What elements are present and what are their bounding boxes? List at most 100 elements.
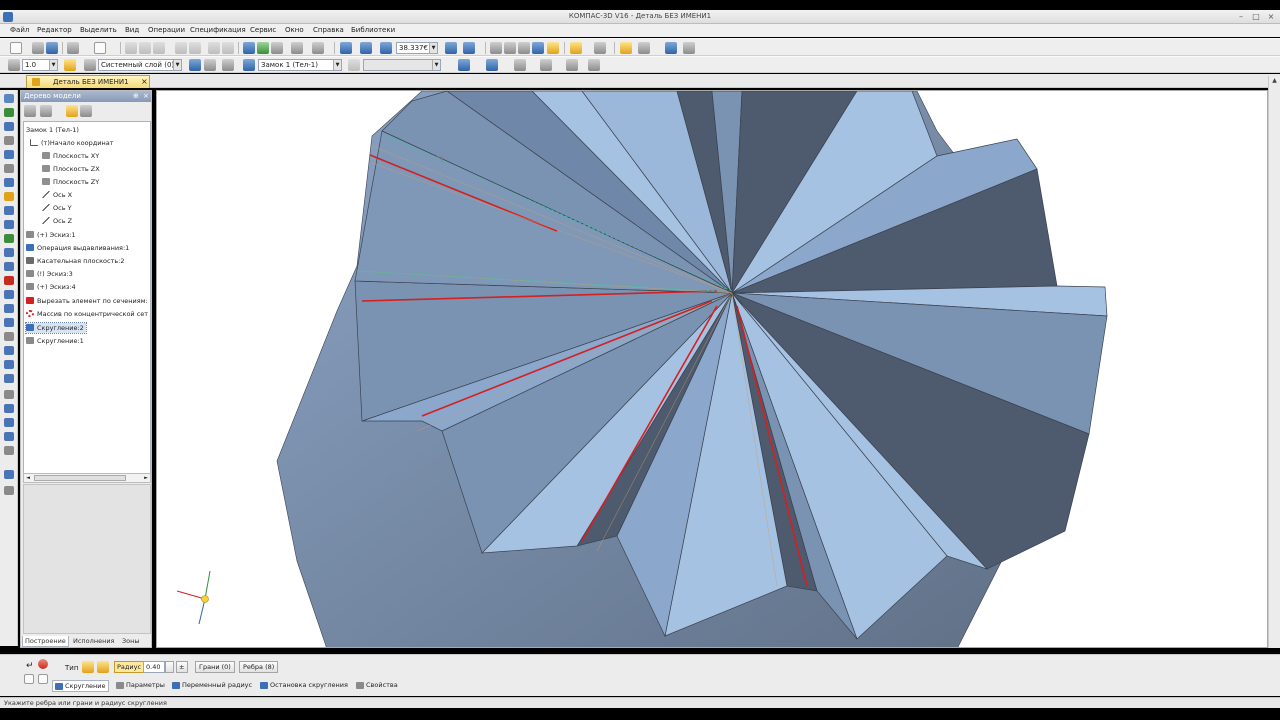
tree-item-part[interactable]: Замок 1 (Тел-1) (26, 125, 79, 135)
macro-icon[interactable] (4, 390, 14, 399)
reset-cs-icon[interactable] (204, 59, 216, 71)
tab-construction[interactable]: Построение (22, 636, 69, 647)
surfaces-icon[interactable] (4, 220, 14, 229)
menu-specification[interactable]: Спецификация (190, 26, 246, 34)
chevron-down-icon[interactable]: ▼ (429, 43, 437, 53)
local-cs-icon[interactable] (64, 59, 76, 71)
tree-structure-icon[interactable] (24, 105, 36, 117)
layer-props-icon[interactable] (540, 59, 552, 71)
redo-icon[interactable] (222, 42, 234, 54)
print-icon[interactable] (67, 42, 79, 54)
radius-input[interactable]: 0.40 (143, 661, 165, 673)
snap-icon[interactable] (594, 42, 606, 54)
extra4-icon[interactable] (4, 486, 14, 495)
style-icon[interactable] (566, 59, 578, 71)
tree-item-axis-z[interactable]: Ось Z (42, 216, 72, 226)
model-viewport[interactable] (156, 90, 1268, 648)
body-combo[interactable]: Замок 1 (Тел-1) ▼ (258, 59, 342, 71)
chamfer-type-icon[interactable] (97, 661, 109, 673)
tree-relations-icon[interactable] (80, 105, 92, 117)
selection-icon[interactable] (4, 206, 14, 215)
tab-variable-radius[interactable]: Переменный радиус (170, 680, 255, 692)
detail-icon[interactable] (4, 318, 14, 327)
menu-file[interactable]: Файл (10, 26, 29, 34)
radius-fix-icon[interactable]: ± (176, 661, 188, 673)
edges-button[interactable]: Ребра (8) (239, 661, 279, 673)
close-panel-icon[interactable]: × (143, 91, 149, 102)
zoom-out-icon[interactable] (380, 42, 392, 54)
diagnostic-icon[interactable] (4, 304, 14, 313)
tree-item-fillet-2[interactable]: Скругление:2 (25, 322, 87, 334)
section-icon[interactable] (514, 59, 526, 71)
tab-parameters[interactable]: Параметры (114, 680, 168, 692)
tree-item-fillet-1[interactable]: Скругление:1 (26, 336, 84, 346)
create-object-icon[interactable]: ↵ (26, 661, 34, 671)
tab-versions[interactable]: Исполнения (71, 636, 116, 647)
tree-item-cut-loft[interactable]: Вырезать элемент по сечениям: (26, 296, 148, 306)
format-brush-icon[interactable] (175, 42, 187, 54)
tree-item-axis-y[interactable]: Ось Y (42, 203, 72, 213)
menu-operations[interactable]: Операции (148, 26, 185, 34)
tree-horizontal-scrollbar[interactable]: ◄ ► (23, 473, 151, 483)
layer-combo[interactable]: Системный слой (0) ▼ (98, 59, 182, 71)
geometry-icon[interactable] (4, 94, 14, 103)
faces-button[interactable]: Грани (0) (195, 661, 235, 673)
extra2-icon[interactable] (4, 446, 14, 455)
spec-icon[interactable] (4, 178, 14, 187)
fillet-type-icon[interactable] (82, 661, 94, 673)
measure-tool-icon[interactable] (4, 192, 14, 201)
menu-edit[interactable]: Редактор (37, 26, 72, 34)
ortho-icon[interactable] (189, 59, 201, 71)
zoom-window-icon[interactable] (340, 42, 352, 54)
report-icon[interactable] (4, 404, 14, 413)
filter-select-icon[interactable] (570, 42, 582, 54)
tree-item-tangent-plane-2[interactable]: Касательная плоскость:2 (26, 256, 125, 266)
shell-icon[interactable] (4, 276, 14, 285)
tab-fillet-stop[interactable]: Остановка скругления (258, 680, 351, 692)
hidden-lines-icon[interactable] (504, 42, 516, 54)
body-icon[interactable] (243, 59, 255, 71)
menu-libraries[interactable]: Библиотеки (351, 26, 395, 34)
editing-icon[interactable] (4, 122, 14, 131)
lock-icon[interactable] (620, 42, 632, 54)
menu-window[interactable]: Окно (285, 26, 304, 34)
color-icon[interactable] (486, 59, 498, 71)
tree-item-sketch-4[interactable]: (+) Эскиз:4 (26, 282, 76, 292)
chevron-down-icon[interactable]: ▼ (49, 60, 57, 70)
tree-item-circular-array[interactable]: Массив по концентрической сет (26, 309, 148, 319)
scroll-right-icon[interactable]: ► (142, 474, 150, 482)
assembly-icon[interactable] (4, 360, 14, 369)
zoom-combo[interactable]: 38.337€ ▼ (396, 42, 438, 54)
maximize-icon[interactable]: □ (1250, 11, 1262, 22)
property-toggle-icon[interactable] (348, 59, 360, 71)
menu-help[interactable]: Справка (313, 26, 344, 34)
menu-view[interactable]: Вид (125, 26, 139, 34)
variables-icon[interactable] (271, 42, 283, 54)
tree-item-plane-xy[interactable]: Плоскость XY (42, 151, 99, 161)
save-icon[interactable] (46, 42, 58, 54)
minimize-icon[interactable]: – (1235, 11, 1247, 22)
tree-item-plane-zy[interactable]: Плоскость ZY (42, 177, 99, 187)
tree-filter-icon[interactable] (66, 105, 78, 117)
menu-select[interactable]: Выделить (80, 26, 117, 34)
copy-icon[interactable] (139, 42, 151, 54)
mates-icon[interactable] (4, 374, 14, 383)
aux-geometry-icon[interactable] (4, 248, 14, 257)
properties-icon[interactable] (189, 42, 201, 54)
close-window-icon[interactable]: × (1265, 11, 1277, 22)
tab-properties[interactable]: Свойства (354, 680, 401, 692)
shaded-edges-icon[interactable] (547, 42, 559, 54)
perspective-icon[interactable] (683, 42, 695, 54)
pin-icon[interactable]: ⊕ (133, 91, 139, 102)
auto-create-icon[interactable] (24, 674, 34, 684)
grid-icon[interactable] (8, 59, 20, 71)
thin-hidden-icon[interactable] (518, 42, 530, 54)
layers-icon[interactable] (84, 59, 96, 71)
viewport-vertical-scrollbar[interactable]: ▲ (1268, 76, 1280, 648)
menu-service[interactable]: Сервис (250, 26, 276, 34)
document-tab[interactable]: Деталь БЕЗ ИМЕНИ1 × (26, 75, 150, 88)
tab-fillet[interactable]: Скругление (52, 680, 110, 692)
tab-zones[interactable]: Зоны (120, 636, 142, 647)
tree-item-plane-zx[interactable]: Плоскость ZX (42, 164, 100, 174)
chevron-down-icon[interactable]: ▼ (432, 60, 440, 70)
